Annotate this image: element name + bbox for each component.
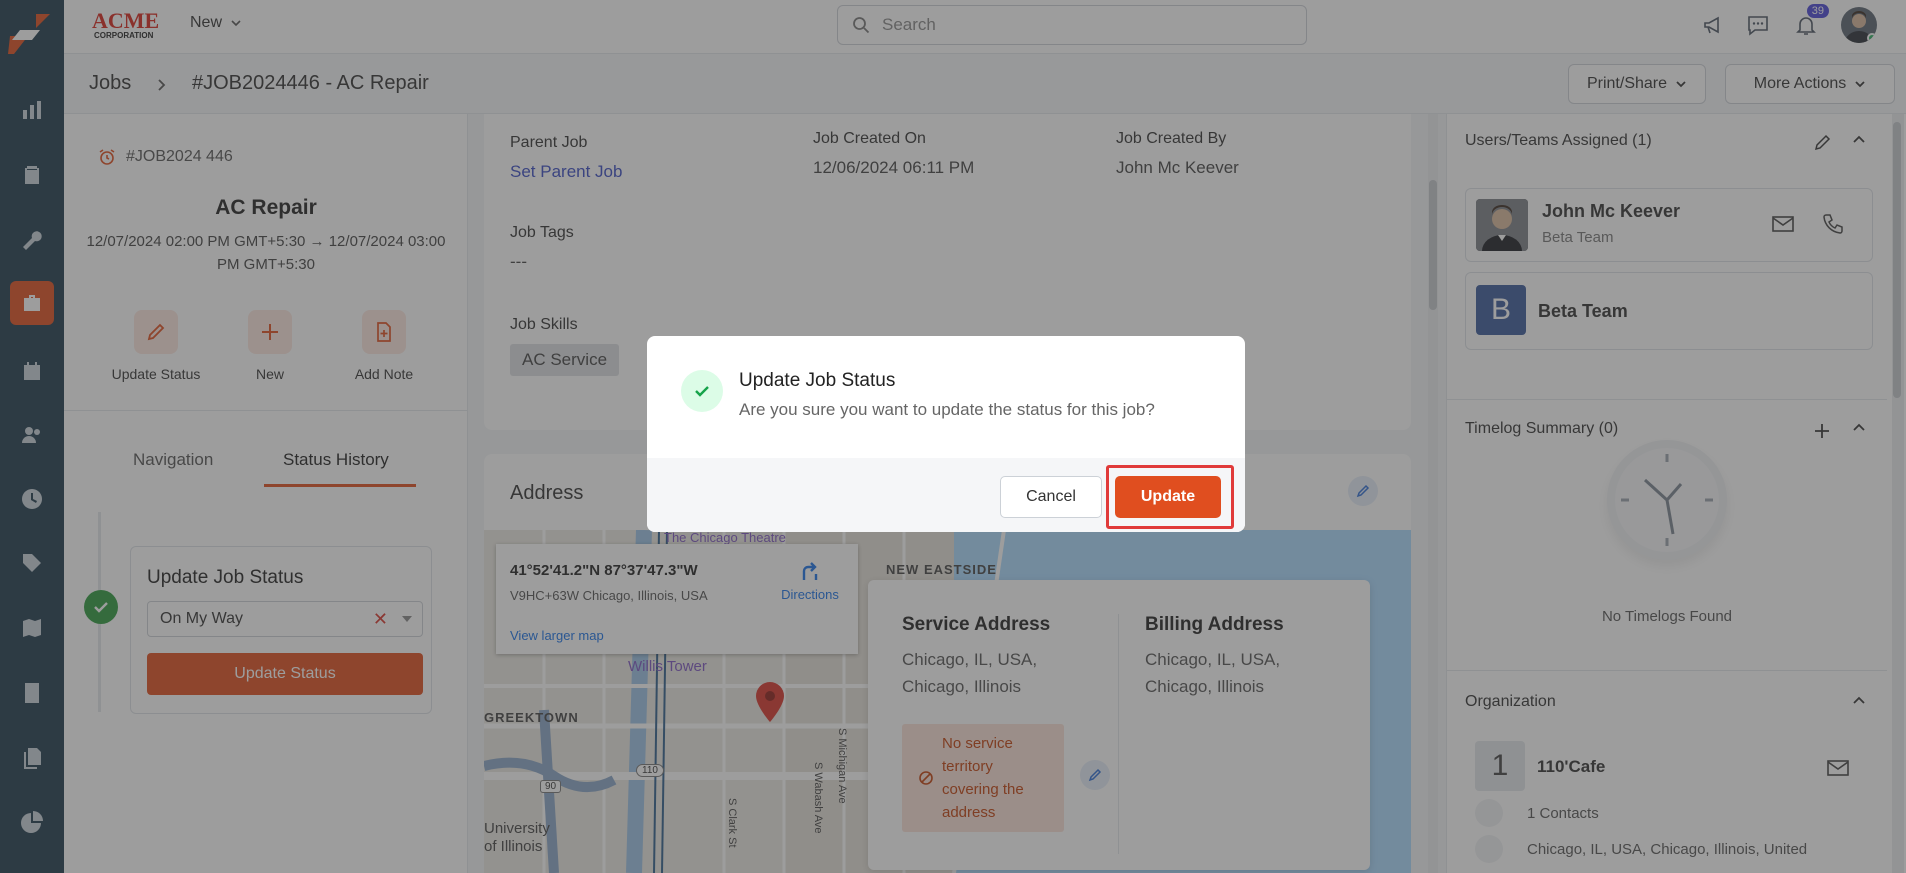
dialog-message: Are you sure you want to update the stat…: [739, 400, 1155, 419]
success-check-icon: [681, 370, 723, 412]
dialog-title: Update Job Status: [739, 370, 896, 391]
cancel-button[interactable]: Cancel: [1000, 476, 1102, 518]
update-button-highlight: [1106, 465, 1234, 529]
